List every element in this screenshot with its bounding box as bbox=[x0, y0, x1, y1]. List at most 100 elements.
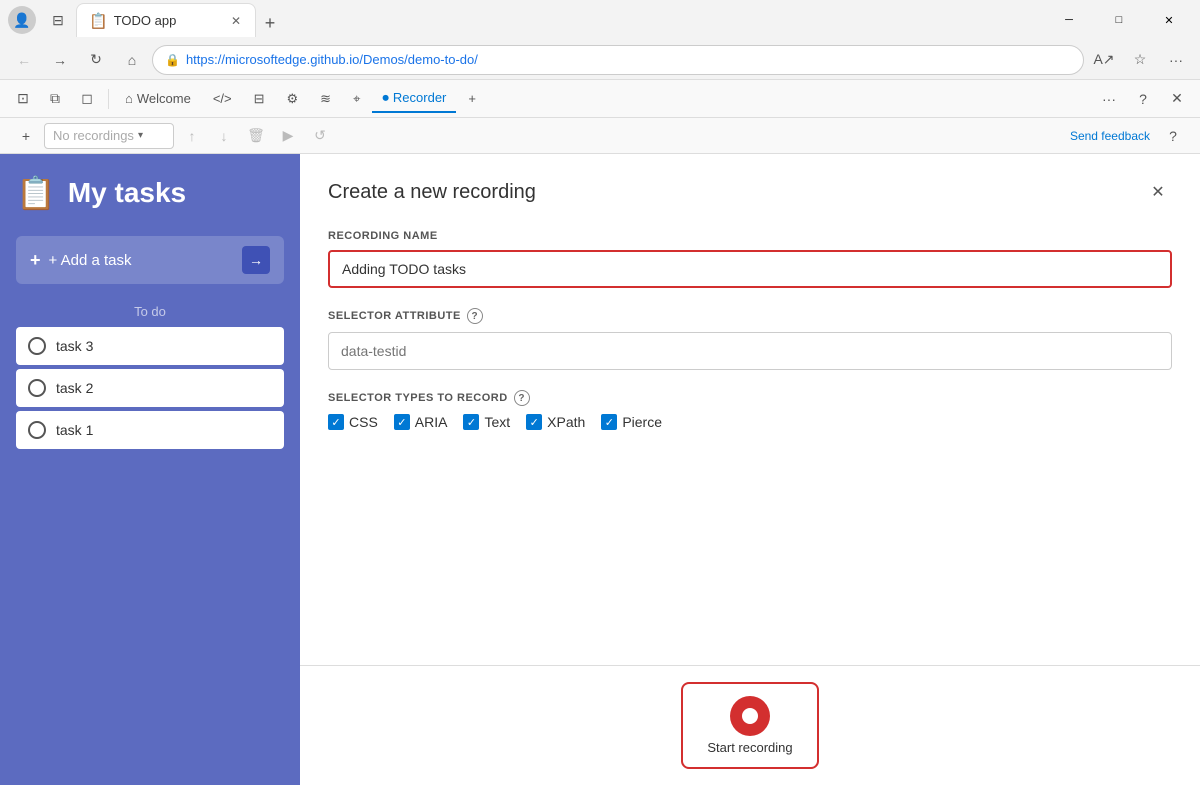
minimize-button[interactable]: ─ bbox=[1046, 4, 1092, 36]
css-checkbox[interactable]: ✓ CSS bbox=[328, 414, 378, 430]
plus-icon: + bbox=[30, 250, 41, 271]
task-3-checkbox[interactable] bbox=[28, 337, 46, 355]
tab-network[interactable]: ≋ bbox=[310, 85, 341, 113]
tab-performance[interactable]: ⌖ bbox=[343, 85, 370, 113]
record-circle-icon bbox=[730, 696, 770, 736]
send-feedback-link[interactable]: Send feedback bbox=[1070, 129, 1150, 143]
task-item-1[interactable]: task 1 bbox=[16, 411, 284, 449]
new-tab-button[interactable]: + bbox=[256, 9, 284, 37]
device-button[interactable]: ⧉ bbox=[40, 85, 70, 113]
tab-recorder[interactable]: ⏺ Recorder bbox=[372, 85, 456, 113]
recording-name-input[interactable] bbox=[328, 250, 1172, 288]
task-1-checkbox[interactable] bbox=[28, 421, 46, 439]
close-button[interactable]: ✕ bbox=[1146, 4, 1192, 36]
task-item-2[interactable]: task 2 bbox=[16, 369, 284, 407]
add-task-arrow-icon: → bbox=[242, 246, 270, 274]
play-button[interactable]: ▶ bbox=[274, 122, 302, 150]
forward-button[interactable]: → bbox=[44, 44, 76, 76]
task-item-3[interactable]: task 3 bbox=[16, 327, 284, 365]
xpath-check-icon: ✓ bbox=[526, 414, 542, 430]
download-button[interactable]: ↓ bbox=[210, 122, 238, 150]
tab-add[interactable]: + bbox=[458, 85, 486, 113]
aria-checkbox[interactable]: ✓ ARIA bbox=[394, 414, 448, 430]
recording-toolbar: + No recordings ▾ ↑ ↓ 🗑 ▶ ↺ Send feedbac… bbox=[0, 118, 1200, 154]
todo-app-icon: 📋 bbox=[16, 174, 56, 212]
nav-bar: ← → ↻ ⌂ 🔒 https://microsoftedge.github.i… bbox=[0, 40, 1200, 80]
start-recording-button[interactable]: Start recording bbox=[681, 682, 818, 769]
selector-attribute-input[interactable] bbox=[328, 332, 1172, 370]
devtools-close-button[interactable]: ✕ bbox=[1162, 85, 1192, 113]
delete-button[interactable]: 🗑 bbox=[242, 122, 270, 150]
todo-panel: 📋 My tasks + + Add a task → To do task 3… bbox=[0, 154, 300, 785]
address-bar[interactable]: 🔒 https://microsoftedge.github.io/Demos/… bbox=[152, 45, 1084, 75]
recorder-help-button[interactable]: ? bbox=[1158, 122, 1188, 150]
css-check-icon: ✓ bbox=[328, 414, 344, 430]
devtools-toolbar: ⊡ ⧉ ◻ ⌂ Welcome </> ⊟ ⚙ ≋ ⌖ ⏺ Recorder +… bbox=[0, 80, 1200, 118]
tab-favicon: 📋 bbox=[89, 12, 108, 30]
record-inner-circle bbox=[742, 708, 758, 724]
replay-button[interactable]: ↺ bbox=[306, 122, 334, 150]
more-tools-button[interactable]: ··· bbox=[1160, 44, 1192, 76]
dialog-title: Create a new recording bbox=[328, 181, 536, 204]
todo-section: To do task 3 task 2 task 1 bbox=[16, 304, 284, 449]
devtools-more-button[interactable]: ··· bbox=[1094, 85, 1124, 113]
elements-icon: </> bbox=[213, 91, 232, 106]
pierce-checkbox[interactable]: ✓ Pierce bbox=[601, 414, 662, 430]
recording-dialog: Create a new recording ✕ RECORDING NAME … bbox=[300, 154, 1200, 665]
devtools-panel: Create a new recording ✕ RECORDING NAME … bbox=[300, 154, 1200, 785]
aria-check-icon: ✓ bbox=[394, 414, 410, 430]
screenshot-button[interactable]: ◻ bbox=[72, 85, 102, 113]
export-button[interactable]: ↑ bbox=[178, 122, 206, 150]
selector-attribute-section: SELECTOR ATTRIBUTE ? bbox=[328, 308, 1172, 370]
selector-attribute-help-icon[interactable]: ? bbox=[467, 308, 483, 324]
console-icon: ⊟ bbox=[254, 91, 265, 107]
sources-icon: ⚙ bbox=[287, 91, 299, 107]
window-controls: ─ □ ✕ bbox=[1046, 4, 1192, 36]
text-checkbox[interactable]: ✓ Text bbox=[463, 414, 510, 430]
dropdown-arrow-icon: ▾ bbox=[138, 130, 143, 141]
aria-label: ARIA bbox=[415, 414, 448, 430]
text-label: Text bbox=[484, 414, 510, 430]
todo-header: 📋 My tasks bbox=[16, 174, 284, 212]
inspect-button[interactable]: ⊡ bbox=[8, 85, 38, 113]
task-2-checkbox[interactable] bbox=[28, 379, 46, 397]
dialog-close-button[interactable]: ✕ bbox=[1144, 178, 1172, 206]
separator-1 bbox=[108, 89, 109, 109]
active-tab[interactable]: 📋 TODO app ✕ bbox=[76, 3, 256, 37]
css-label: CSS bbox=[349, 414, 378, 430]
home-button[interactable]: ⌂ bbox=[116, 44, 148, 76]
selector-types-section: SELECTOR TYPES TO RECORD ? ✓ CSS ✓ ARIA … bbox=[328, 390, 1172, 430]
selector-types-label: SELECTOR TYPES TO RECORD ? bbox=[328, 390, 1172, 406]
add-task-label: + Add a task bbox=[49, 252, 132, 269]
tab-welcome[interactable]: ⌂ Welcome bbox=[115, 85, 201, 113]
tab-console[interactable]: ⊟ bbox=[244, 85, 275, 113]
bottom-bar: Start recording bbox=[300, 665, 1200, 785]
devtools-help-button[interactable]: ? bbox=[1128, 85, 1158, 113]
xpath-checkbox[interactable]: ✓ XPath bbox=[526, 414, 585, 430]
todo-app-title: My tasks bbox=[68, 177, 186, 209]
selector-types-help-icon[interactable]: ? bbox=[514, 390, 530, 406]
refresh-button[interactable]: ↻ bbox=[80, 44, 112, 76]
back-button[interactable]: ← bbox=[8, 44, 40, 76]
tab-sources[interactable]: ⚙ bbox=[277, 85, 309, 113]
pierce-label: Pierce bbox=[622, 414, 662, 430]
tab-recorder-label: Recorder bbox=[393, 90, 446, 105]
sidebar-toggle[interactable]: ⊟ bbox=[44, 6, 72, 34]
network-icon: ≋ bbox=[320, 91, 331, 107]
task-2-label: task 2 bbox=[56, 380, 93, 396]
recordings-dropdown[interactable]: No recordings ▾ bbox=[44, 123, 174, 149]
url-text: https://microsoftedge.github.io/Demos/de… bbox=[186, 52, 1071, 67]
maximize-button[interactable]: □ bbox=[1096, 4, 1142, 36]
devtools-right: ··· ? ✕ bbox=[1094, 85, 1192, 113]
title-bar: 👤 ⊟ 📋 TODO app ✕ + ─ □ ✕ bbox=[0, 0, 1200, 40]
read-aloud-button[interactable]: A↗ bbox=[1088, 44, 1120, 76]
tab-elements[interactable]: </> bbox=[203, 85, 242, 113]
favorites-button[interactable]: ☆ bbox=[1124, 44, 1156, 76]
recording-name-section: RECORDING NAME bbox=[328, 230, 1172, 288]
xpath-label: XPath bbox=[547, 414, 585, 430]
profile-icon[interactable]: 👤 bbox=[8, 6, 36, 34]
todo-section-title: To do bbox=[16, 304, 284, 319]
tab-close-button[interactable]: ✕ bbox=[229, 12, 243, 30]
add-recording-button[interactable]: + bbox=[12, 122, 40, 150]
add-task-button[interactable]: + + Add a task → bbox=[16, 236, 284, 284]
